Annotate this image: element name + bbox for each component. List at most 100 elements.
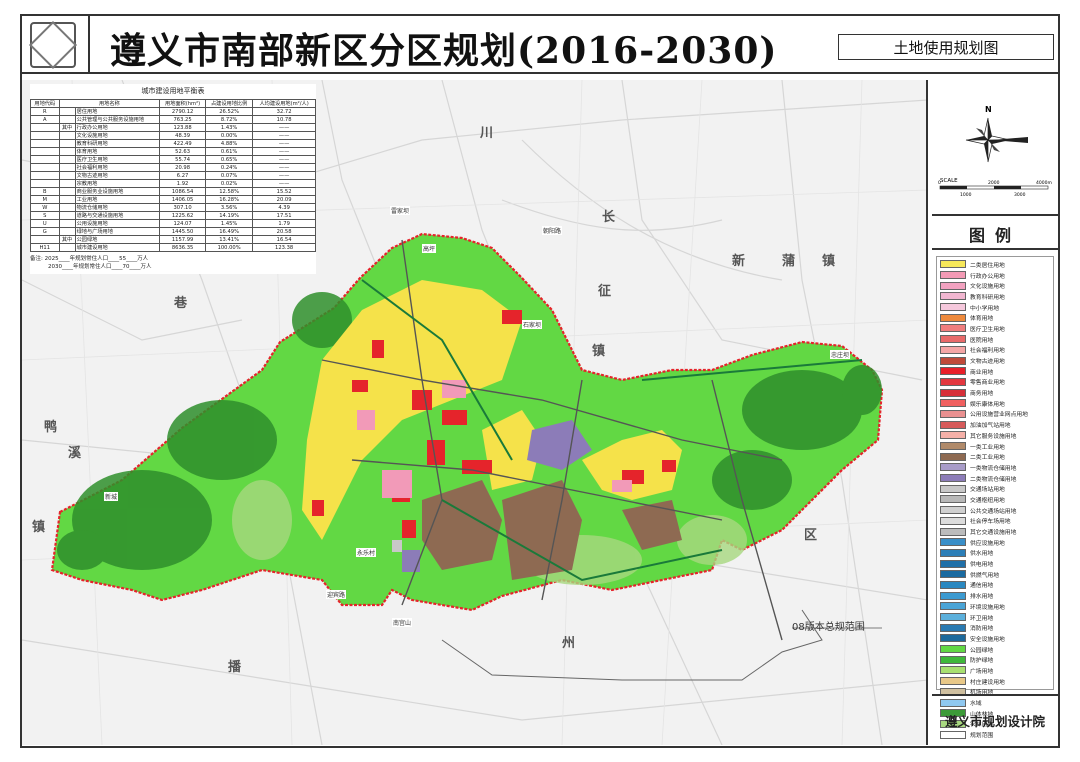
table-cell: 公共管理与公共服务设施用地 (74, 115, 161, 124)
table-cell: 社会福利用地 (74, 163, 161, 172)
table-cell (58, 171, 76, 180)
land-balance-table: 城市建设用地平衡表 用地代码 用地名称 用地面积(hm²) 占建设用地比例 人均… (30, 84, 316, 274)
legend-item: 商业用地 (940, 366, 1050, 377)
legend-item: 娱乐康体用地 (940, 398, 1050, 409)
table-cell (58, 195, 76, 204)
legend-label: 零售商业用地 (970, 380, 1005, 387)
legend-label: 其它服务设施用地 (970, 433, 1017, 440)
table-cell: 0.65% (205, 155, 254, 164)
legend-item: 消防用地 (940, 622, 1050, 633)
legend-swatch (940, 623, 966, 632)
table-cell: 20.09 (252, 195, 316, 204)
table-cell: 1445.50 (159, 227, 207, 236)
legend-swatch (940, 281, 966, 290)
table-cell: 其中 (58, 235, 76, 244)
legend-item: 二类工业用地 (940, 451, 1050, 462)
legend-label: 公共交通场站用地 (970, 508, 1017, 515)
legend-item: 教育科研用地 (940, 291, 1050, 302)
legend-item: 商务用地 (940, 387, 1050, 398)
legend-swatch (940, 345, 966, 354)
table-cell: 1086.54 (159, 187, 207, 196)
table-cell: 4.88% (205, 139, 254, 148)
legend-label: 公园绿地 (970, 647, 994, 654)
legend-swatch (940, 420, 966, 429)
map-small-label: 雷家坝 (390, 206, 411, 215)
legend-item: 体育用地 (940, 312, 1050, 323)
legend-label: 加油加气站用地 (970, 423, 1011, 430)
table-row: G 绿地与广场用地 1445.50 16.49% 20.58 (30, 227, 316, 236)
table-cell: 2790.12 (159, 107, 207, 116)
legend-label: 商业用地 (970, 369, 994, 376)
table-cell (30, 235, 60, 244)
table-cell: 工业用地 (74, 195, 161, 204)
table-cell: 道路与交通设施用地 (74, 211, 161, 220)
table-cell: 763.25 (159, 115, 207, 124)
legend-item: 文物古迹用地 (940, 355, 1050, 366)
place-label: 区 (804, 528, 818, 543)
table-cell: 15.52 (252, 187, 316, 196)
table-cell (30, 147, 60, 156)
table-cell: 宗教用地 (74, 179, 161, 188)
table-cell (58, 163, 76, 172)
table-cell: 16.49% (205, 227, 254, 236)
legend-swatch (940, 645, 966, 654)
table-cell: 0.02% (205, 179, 254, 188)
legend-swatch (940, 303, 966, 312)
table-cell: 8.72% (205, 115, 254, 124)
scale-tick: 1000 (960, 192, 972, 198)
table-cell (58, 243, 76, 252)
legend-swatch (940, 399, 966, 408)
legend-label: 其它交通设施用地 (970, 530, 1017, 537)
legend-item: 二类物流仓储用地 (940, 473, 1050, 484)
map-small-label: 石家坝 (522, 320, 543, 329)
table-cell: H11 (30, 243, 60, 252)
place-label: 川 (480, 126, 494, 141)
legend-swatch (940, 559, 966, 568)
legend-item: 中小学用地 (940, 302, 1050, 313)
legend-label: 医疗卫生用地 (970, 326, 1005, 333)
legend-label: 娱乐康体用地 (970, 401, 1005, 408)
table-cell (58, 203, 76, 212)
place-label: 征 (598, 284, 612, 299)
table-cell: 124.07 (159, 219, 207, 228)
table-cell: 3.56% (205, 203, 254, 212)
institute-logo-icon (28, 20, 78, 70)
table-cell (58, 219, 76, 228)
table-cell: 10.78 (252, 115, 316, 124)
table-cell: 6.27 (159, 171, 207, 180)
legend-swatch (940, 655, 966, 664)
table-cell: —— (252, 123, 316, 132)
side-panel: N SCALE 0 1000 2000 3000 4000m 图例 二类居住用地… (932, 80, 1058, 745)
legend-label: 排水用地 (970, 594, 994, 601)
table-row: H11 城市建设用地 8636.35 100.00% 123.38 (30, 243, 316, 252)
table-cell: 行政办公用地 (74, 123, 161, 132)
table-cell: 26.52% (205, 107, 254, 116)
table-cell: 48.39 (159, 131, 207, 140)
legend-swatch (940, 538, 966, 547)
table-row: M 工业用地 1406.05 16.28% 20.09 (30, 195, 316, 204)
legend-swatch (940, 591, 966, 600)
legend-label: 中小学用地 (970, 305, 999, 312)
table-row: 其中 行政办公用地 123.88 1.43% —— (30, 123, 316, 132)
legend-label: 防护绿地 (970, 658, 994, 665)
table-cell: 20.58 (252, 227, 316, 236)
table-cell: 1406.05 (159, 195, 207, 204)
legend-label: 文物古迹用地 (970, 359, 1005, 366)
legend-item: 供燃气用地 (940, 569, 1050, 580)
table-cell: 文物古迹用地 (74, 171, 161, 180)
table-cell: 商业服务业设施用地 (74, 187, 161, 196)
legend-label: 公用设施营业网点用地 (970, 412, 1028, 419)
table-cell: 16.28% (205, 195, 254, 204)
legend-label: 安全设施用地 (970, 636, 1005, 643)
legend-item: 通信用地 (940, 580, 1050, 591)
table-row: W 物流仓储用地 307.10 3.56% 4.39 (30, 203, 316, 212)
legend-label: 通信用地 (970, 583, 994, 590)
table-cell: 0.00% (205, 131, 254, 140)
legend-label: 供电用地 (970, 562, 994, 569)
legend-item: 广场用地 (940, 665, 1050, 676)
table-cell: 文化设施用地 (74, 131, 161, 140)
legend-item: 排水用地 (940, 590, 1050, 601)
table-cell: S (30, 211, 60, 220)
table-cell: U (30, 219, 60, 228)
table-cell: 1.79 (252, 219, 316, 228)
